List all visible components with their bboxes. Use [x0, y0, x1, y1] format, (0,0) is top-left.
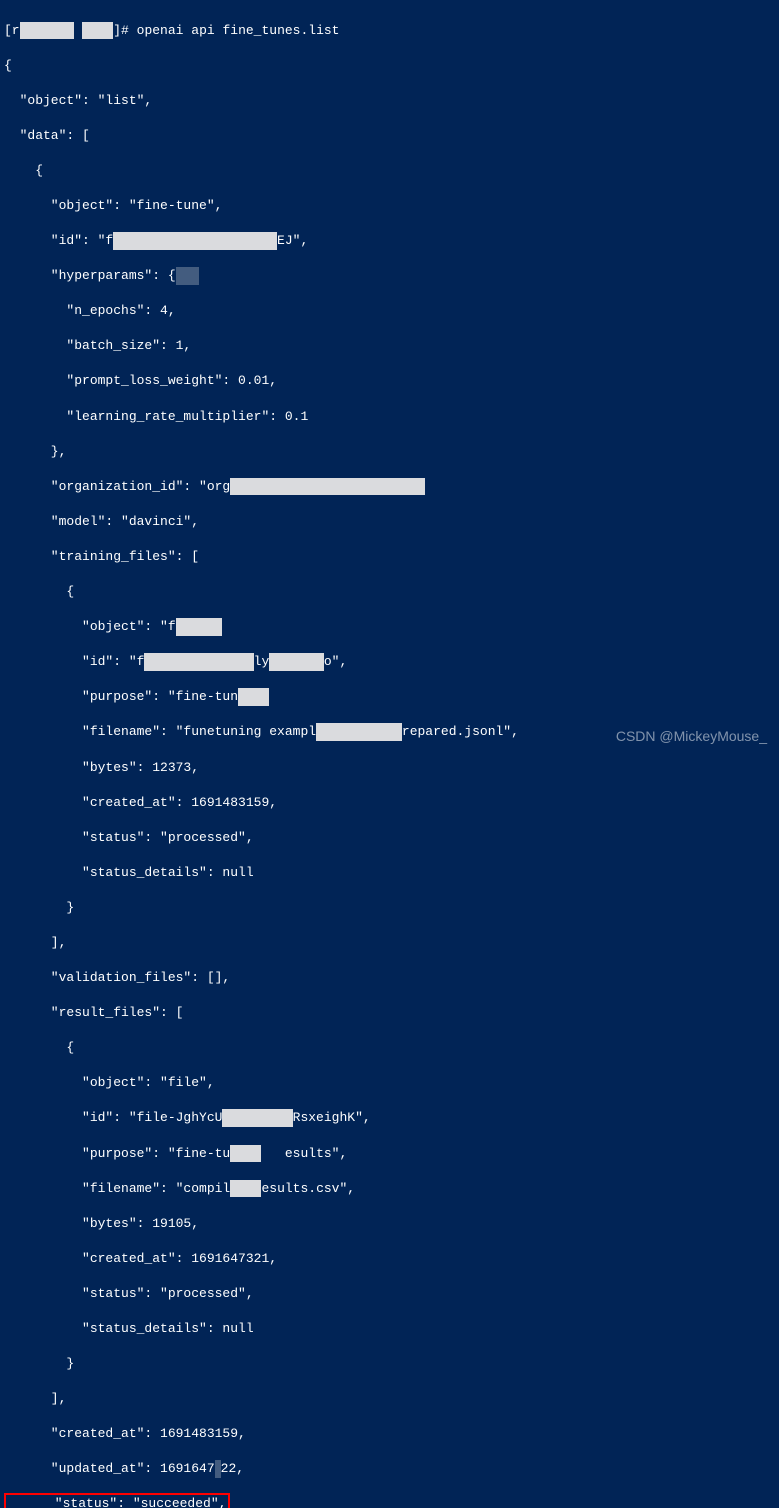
json-output: "id": "f EJ",: [4, 232, 775, 250]
json-output: "created_at": 1691483159,: [4, 794, 775, 812]
redacted-text: [82, 22, 113, 40]
watermark: CSDN @MickeyMouse_: [616, 727, 767, 746]
json-output: "id": "file-JghYcU RsxeighK",: [4, 1109, 775, 1127]
redacted-text: [222, 1109, 292, 1127]
json-output: "prompt_loss_weight": 0.01,: [4, 372, 775, 390]
command-prompt: [r ]# openai api fine_tunes.list: [4, 22, 775, 40]
redacted-text: [176, 618, 223, 636]
json-output: ],: [4, 1390, 775, 1408]
redacted-text: [20, 22, 75, 40]
json-output: "object": "list",: [4, 92, 775, 110]
json-output: "batch_size": 1,: [4, 337, 775, 355]
json-output: }: [4, 899, 775, 917]
json-output: "bytes": 12373,: [4, 759, 775, 777]
redacted-text: [215, 1460, 221, 1478]
redacted-text: [269, 653, 324, 671]
json-output: {: [4, 162, 775, 180]
json-output: "object": "file",: [4, 1074, 775, 1092]
json-output: "n_epochs": 4,: [4, 302, 775, 320]
json-output: "organization_id": "org: [4, 478, 775, 496]
redacted-text: [316, 723, 402, 741]
json-output: },: [4, 443, 775, 461]
redacted-text: [230, 1180, 261, 1198]
json-output: {: [4, 1039, 775, 1057]
redacted-text: [238, 688, 269, 706]
json-output: "created_at": 1691483159,: [4, 1425, 775, 1443]
json-output: ],: [4, 934, 775, 952]
json-output: "created_at": 1691647321,: [4, 1250, 775, 1268]
json-output: "hyperparams": {: [4, 267, 775, 285]
json-output: {: [4, 583, 775, 601]
json-output: {: [4, 57, 775, 75]
redacted-text: [113, 232, 277, 250]
status-highlighted: "status": "succeeded",: [4, 1495, 775, 1508]
json-output: "data": [: [4, 127, 775, 145]
redacted-text: [230, 478, 425, 496]
json-output: "id": "f ly o",: [4, 653, 775, 671]
json-output: "object": "fine-tune",: [4, 197, 775, 215]
json-output: "result_files": [: [4, 1004, 775, 1022]
json-output: "filename": "compil esults.csv",: [4, 1180, 775, 1198]
json-output: "validation_files": [],: [4, 969, 775, 987]
json-output: "status_details": null: [4, 1320, 775, 1338]
json-output: "training_files": [: [4, 548, 775, 566]
json-output: "status": "processed",: [4, 829, 775, 847]
redacted-text: [230, 1145, 261, 1163]
json-output: "bytes": 19105,: [4, 1215, 775, 1233]
json-output: "updated_at": 1691647 22,: [4, 1460, 775, 1478]
json-output: "learning_rate_multiplier": 0.1: [4, 408, 775, 426]
terminal-output: [r ]# openai api fine_tunes.list { "obje…: [4, 4, 775, 1508]
json-output: "status_details": null: [4, 864, 775, 882]
highlight-box: "status": "succeeded",: [4, 1493, 230, 1508]
json-output: "purpose": "fine-tu esults",: [4, 1145, 775, 1163]
redacted-text: [176, 267, 199, 285]
json-output: "purpose": "fine-tun: [4, 688, 775, 706]
json-output: "status": "processed",: [4, 1285, 775, 1303]
json-output: }: [4, 1355, 775, 1373]
redacted-text: [144, 653, 253, 671]
json-output: "model": "davinci",: [4, 513, 775, 531]
json-output: "object": "f: [4, 618, 775, 636]
